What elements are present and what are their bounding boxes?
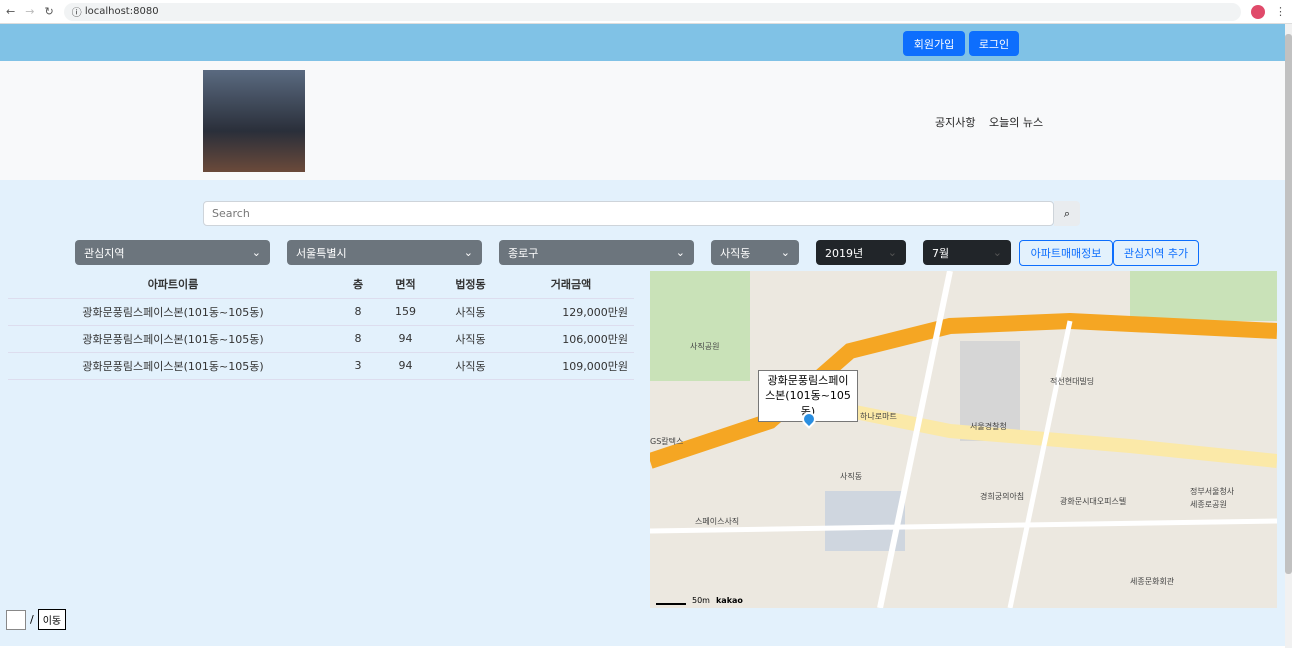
scrollbar[interactable] (1285, 24, 1292, 648)
year-value: 2019년 (825, 246, 864, 260)
cell-price: 129,000만원 (508, 298, 634, 326)
chevron-down-icon: ⌄ (463, 246, 473, 259)
map-place-label: 사직공원 (690, 342, 720, 351)
year-select[interactable]: 2019년 ⌄ (816, 240, 906, 265)
map-place-label: 세종로공원 (1190, 500, 1227, 509)
go-button[interactable]: 이동 (37, 609, 67, 630)
chevron-down-icon: ⌄ (251, 246, 261, 259)
top-bar: 회원가입 로그인 (0, 24, 1285, 61)
address-bar[interactable]: ⓘ localhost:8080 (63, 2, 1241, 21)
signup-button[interactable]: 회원가입 (903, 31, 965, 56)
cell-name: 광화문풍림스페이스본(101동~105동) (8, 325, 338, 353)
map-place-label: 하나로마트 (860, 412, 897, 421)
scale-label: 50m (692, 596, 710, 605)
table-row[interactable]: 광화문풍림스페이스본(101동~105동) 8 159 사직동 129,000만원 (8, 298, 634, 326)
map-place-label: 스페이스사직 (695, 517, 740, 526)
map[interactable]: 사직공원세종문화회관 정부서울청사 서울경찰청경희궁의아침스페이스사직 사직동세종로공… (650, 271, 1277, 608)
map-place-label: 정부서울청사 (1190, 487, 1235, 496)
interest-select[interactable]: 관심지역 ⌄ (75, 240, 270, 265)
dong-select[interactable]: 사직동 ⌄ (711, 240, 799, 265)
road-minor (877, 271, 953, 608)
col-price: 거래금액 (508, 271, 634, 299)
cell-price: 109,000만원 (508, 352, 634, 380)
city-select[interactable]: 서울특별시 ⌄ (287, 240, 482, 265)
header: 공지사항 오늘의 뉴스 (0, 61, 1285, 180)
url-text: localhost:8080 (84, 6, 159, 17)
map-roads (650, 271, 1277, 608)
search-placeholder: Search (212, 207, 250, 220)
map-place-label: 광화문시대오피스텔 (1060, 497, 1127, 506)
park-area (650, 271, 750, 381)
kakao-logo: kakao (715, 596, 743, 605)
col-area: 면적 (378, 271, 433, 299)
gu-value: 종로구 (508, 246, 539, 260)
login-button[interactable]: 로그인 (969, 31, 1019, 56)
cell-floor: 8 (338, 325, 378, 353)
map-place-label: 적선현대빌딩 (1050, 377, 1095, 386)
forward-icon[interactable]: → (25, 5, 34, 18)
map-scale: 50m kakao (656, 596, 743, 605)
profile-avatar[interactable] (1251, 4, 1265, 19)
reload-icon[interactable]: ↻ (44, 5, 53, 18)
table-row[interactable]: 광화문풍림스페이스본(101동~105동) 3 94 사직동 109,000만원 (8, 352, 634, 380)
menu-icon[interactable]: ⋮ (1275, 5, 1286, 18)
map-place-label: 사직동 (840, 472, 863, 481)
map-place-label: 세종문화회관 (1130, 577, 1175, 586)
cell-area: 94 (378, 325, 433, 353)
search-icon: ⌕ (1063, 206, 1071, 220)
interest-value: 관심지역 (84, 246, 125, 260)
search-input[interactable]: Search (203, 201, 1054, 226)
chevron-down-icon: ⌄ (675, 246, 685, 259)
col-dong: 법정동 (433, 271, 508, 299)
add-interest-button[interactable]: 관심지역 추가 (1113, 240, 1199, 266)
search-button[interactable]: ⌕ (1054, 201, 1080, 226)
chevron-down-icon: ⌄ (887, 246, 897, 259)
info-icon: ⓘ (71, 8, 85, 19)
chevron-down-icon: ⌄ (780, 246, 790, 259)
dong-value: 사직동 (720, 246, 751, 260)
browser-bar: ← → ↻ ⓘ localhost:8080 ⋮ (0, 0, 1292, 24)
pager: / 이동 (6, 609, 67, 630)
cell-price: 106,000만원 (508, 325, 634, 353)
road-secondary (798, 394, 1277, 468)
cell-floor: 8 (338, 298, 378, 326)
cell-area: 94 (378, 352, 433, 380)
cell-dong: 사직동 (433, 325, 508, 353)
logo-image[interactable] (203, 70, 305, 172)
park-area (1130, 271, 1277, 321)
road-minor (650, 518, 1277, 534)
cell-area: 159 (378, 298, 433, 326)
nav-news[interactable]: 오늘의 뉴스 (989, 114, 1043, 130)
deal-table: 아파트이름 층 면적 법정동 거래금액 광화문풍림스페이스본(101동~105동… (8, 271, 634, 380)
apt-info-button[interactable]: 아파트매매정보 (1019, 240, 1113, 266)
chevron-down-icon: ⌄ (992, 246, 1002, 259)
table-row[interactable]: 광화문풍림스페이스본(101동~105동) 8 94 사직동 106,000만원 (8, 325, 634, 353)
map-place-label: 경희궁의아침 (980, 492, 1025, 501)
city-value: 서울특별시 (296, 246, 347, 260)
map-place-label: 서울경찰청 (970, 422, 1007, 431)
month-select[interactable]: 7월 ⌄ (923, 240, 1011, 265)
col-name: 아파트이름 (8, 271, 338, 299)
cell-name: 광화문풍림스페이스본(101동~105동) (8, 298, 338, 326)
cell-floor: 3 (338, 352, 378, 380)
main-area: Search ⌕ 관심지역 ⌄ 서울특별시 ⌄ 종로구 ⌄ 사직동 ⌄ 2019년 ⌄ 7… (0, 180, 1285, 646)
cell-dong: 사직동 (433, 352, 508, 380)
map-place-label: GS칼텍스 (650, 437, 684, 446)
col-floor: 층 (338, 271, 378, 299)
cell-name: 광화문풍림스페이스본(101동~105동) (8, 352, 338, 380)
nav-notice[interactable]: 공지사항 (935, 114, 975, 130)
cell-dong: 사직동 (433, 298, 508, 326)
gu-select[interactable]: 종로구 ⌄ (499, 240, 694, 265)
page-input[interactable] (6, 609, 26, 630)
back-icon[interactable]: ← (6, 5, 15, 18)
page-separator: / (30, 613, 34, 626)
month-value: 7월 (932, 246, 950, 260)
